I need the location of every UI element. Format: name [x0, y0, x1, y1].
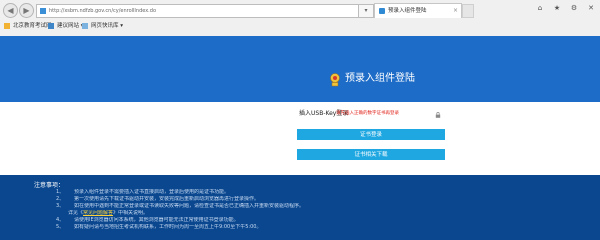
- certificate-login-button[interactable]: 证书登录: [297, 129, 445, 140]
- tab-title: 预录入组件登陆: [388, 8, 427, 14]
- back-button[interactable]: ◀: [3, 3, 18, 18]
- favorite-link[interactable]: 北京教育考试网: [4, 19, 52, 34]
- browser-toolbar: ◀ ▶ http://xsbm.ndfzb.gov.cn/cy/enrollIn…: [0, 0, 600, 37]
- lock-icon: [435, 112, 441, 118]
- tab-close-icon[interactable]: ×: [453, 4, 458, 18]
- favorite-link[interactable]: 建议网站 ▾: [48, 19, 84, 34]
- page-title: 预录入组件登陆: [345, 73, 415, 84]
- notice-item: 2、 第一次使用请先下载证书驱动并安装，安装完成后重新启动浏览器再进行登录操作。: [56, 196, 260, 202]
- forward-button[interactable]: ▶: [19, 3, 34, 18]
- notice-item: 详见《常见问题解答》中相关说明。: [68, 210, 149, 216]
- settings-icon[interactable]: ⚙: [568, 3, 580, 13]
- emblem-icon: [330, 73, 340, 87]
- page-icon: [40, 7, 46, 14]
- address-dropdown-button[interactable]: ▾: [358, 4, 374, 18]
- header-banner: [0, 36, 600, 102]
- notice-item: 3、 如在使用中遇到不能正常登录或证书读取失败等问题，请检查证书是否已正确插入并重…: [56, 203, 305, 209]
- tab-favicon-icon: [379, 7, 385, 14]
- address-text: http://xsbm.ndfzb.gov.cn/cy/enrollIndex.…: [49, 8, 157, 14]
- favorite-link[interactable]: 网页快讯库 ▾: [82, 19, 123, 34]
- favorites-bar: 北京教育考试网 建议网站 ▾ 网页快讯库 ▾: [0, 19, 600, 34]
- favorite-icon: [82, 22, 88, 29]
- warning-message: 请先插入正确的数字证书再登录: [336, 111, 399, 116]
- browser-tab[interactable]: 预录入组件登陆 ×: [374, 3, 462, 18]
- notice-item: 1、 预录入组件登录不需要插入证书直接启动，登录后使用的是证书功能。: [56, 189, 230, 195]
- certificate-download-button[interactable]: 证书相关下载: [297, 149, 445, 160]
- new-tab-button[interactable]: [462, 4, 474, 18]
- address-bar[interactable]: http://xsbm.ndfzb.gov.cn/cy/enrollIndex.…: [36, 4, 360, 18]
- notice-item: 5、 如有疑问请与当地招生考试机构联系，工作时间为周一至周五上午9:00至下午5:…: [56, 224, 262, 230]
- close-window-icon[interactable]: ✕: [585, 3, 597, 13]
- favorites-icon[interactable]: ★: [551, 3, 563, 13]
- notice-item: 4、 请使用IE浏览器访问本系统，其他浏览器可能无法正常使用证书登录功能。: [56, 217, 239, 223]
- faq-link[interactable]: 常见问题解答: [83, 210, 113, 216]
- favorite-icon: [4, 22, 10, 29]
- home-icon[interactable]: ⌂: [534, 3, 546, 13]
- favorite-icon: [48, 22, 54, 29]
